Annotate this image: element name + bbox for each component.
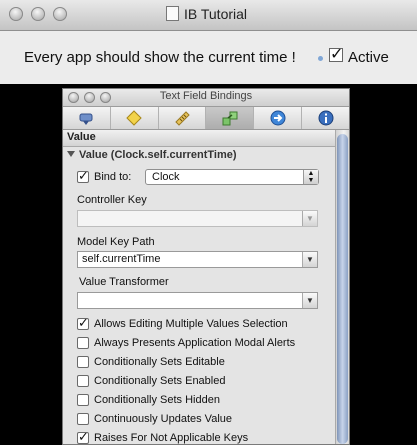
chevron-down-icon: ▼ [302,293,317,308]
info-icon [318,110,334,126]
chevron-down-icon: ▼ [302,211,317,226]
option-checkbox-0[interactable] [77,315,89,331]
panel-title: Text Field Bindings [159,90,253,102]
attributes-icon [79,113,93,125]
tab-info[interactable] [302,107,349,129]
option-checkbox-6[interactable] [77,429,89,444]
option-label-2: Conditionally Sets Editable [94,356,225,368]
time-label: Every app should show the current time ! [24,49,296,66]
value-binding-disclosure[interactable]: Value (Clock.self.currentTime) [67,149,237,161]
bindings-icon [222,111,238,126]
scrollbar-thumb[interactable] [337,134,348,444]
app-content: Every app should show the current time !… [0,31,417,84]
option-checkbox-4[interactable] [77,394,89,406]
bindings-inspector-panel: Text Field Bindings Value Value (Clock.s… [62,88,350,445]
option-label-1: Always Presents Application Modal Alerts [94,337,296,349]
active-checkbox-label: Active [348,49,389,66]
document-icon [166,6,179,21]
selection-handle [318,56,323,61]
option-label-5: Continuously Updates Value [94,413,232,425]
section-header-value[interactable]: Value [63,130,335,147]
close-button[interactable] [9,7,23,21]
model-key-path-combo[interactable]: self.currentTime ▼ [77,251,318,268]
option-checkbox-3[interactable] [77,375,89,387]
option-checkbox-1[interactable] [77,337,89,349]
window-title: IB Tutorial [166,6,247,22]
option-checkbox-2[interactable] [77,356,89,368]
tab-size[interactable] [159,107,207,129]
model-key-path-label: Model Key Path [77,236,155,248]
option-label-3: Conditionally Sets Enabled [94,375,226,387]
option-label-6: Raises For Not Applicable Keys [94,432,249,444]
connections-icon [270,110,286,126]
popup-arrows-icon: ▲ ▼ [303,170,318,184]
minimize-button[interactable] [31,7,45,21]
bind-to-popup[interactable]: Clock ▲ ▼ [145,169,319,185]
vertical-scrollbar[interactable] [335,130,349,444]
inspector-toolbar [63,107,349,130]
zoom-button[interactable] [53,7,67,21]
option-checkbox-5[interactable] [77,413,89,425]
disclosure-triangle-icon [67,151,75,157]
controller-key-combo[interactable]: ▼ [77,210,318,227]
tab-bindings[interactable] [206,107,255,129]
bind-to-checkbox[interactable] [77,168,89,184]
value-transformer-combo[interactable]: ▼ [77,292,318,309]
chevron-down-icon: ▼ [302,252,317,267]
tab-attributes[interactable] [63,107,111,129]
app-titlebar: IB Tutorial [0,0,417,31]
value-transformer-label: Value Transformer [79,276,169,288]
panel-titlebar: Text Field Bindings [63,89,349,107]
app-window: IB Tutorial Every app should show the cu… [0,0,417,84]
active-checkbox[interactable] [329,44,343,64]
option-label-0: Allows Editing Multiple Values Selection [94,318,288,330]
controller-key-label: Controller Key [77,194,147,206]
option-label-4: Conditionally Sets Hidden [94,394,220,406]
effects-icon [126,110,142,126]
size-icon [175,111,190,126]
bind-to-label: Bind to: [94,171,132,183]
tab-effects[interactable] [111,107,159,129]
tab-connections[interactable] [254,107,303,129]
